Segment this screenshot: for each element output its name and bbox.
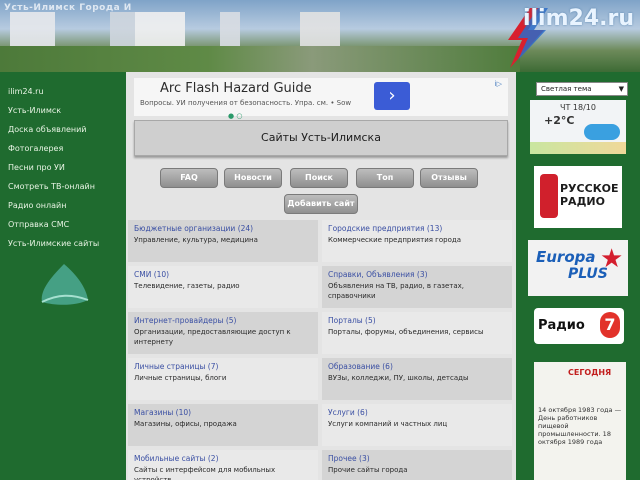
category-title[interactable]: Магазины (10) xyxy=(134,408,312,417)
radio3-label: Радио xyxy=(538,318,585,333)
header-ground xyxy=(0,46,520,72)
page-title: Сайты Усть-Илимска xyxy=(261,131,381,144)
right-sidebar: Светлая тема ▼ ЧТ 18/10 +2°C РУССКОЕ РАД… xyxy=(516,72,640,480)
category-desc: Прочие сайты города xyxy=(328,466,408,474)
category-desc: Управление, культура, медицина xyxy=(134,236,258,244)
theme-select[interactable]: Светлая тема ▼ xyxy=(536,82,628,96)
radio1-label: РУССКОЕ РАДИО xyxy=(560,182,619,208)
category-cell[interactable]: Образование (6) ВУЗы, колледжи, ПУ, школ… xyxy=(322,358,512,400)
weather-footer xyxy=(530,142,626,154)
sidebar-item-songs[interactable]: Песни про УИ xyxy=(0,158,126,177)
category-title[interactable]: Личные страницы (7) xyxy=(134,362,312,371)
radio7-banner[interactable]: Радио 7 xyxy=(534,308,624,344)
category-title[interactable]: Справки, Объявления (3) xyxy=(328,270,506,279)
calendar-text: 14 октября 1983 года — День работников п… xyxy=(538,406,622,446)
theme-select-value: Светлая тема xyxy=(541,85,592,93)
radio3-number: 7 xyxy=(600,312,620,338)
top-button[interactable]: Топ xyxy=(356,168,414,188)
ad-pager-dots[interactable]: ● ○ xyxy=(228,112,242,120)
site-header: Усть-Илимск Города И ilim24.ru xyxy=(0,0,640,72)
category-cell[interactable]: Прочее (3) Прочие сайты города xyxy=(322,450,512,480)
header-title: Усть-Илимск Города И xyxy=(4,3,132,13)
site-logo[interactable]: ilim24.ru xyxy=(523,6,634,31)
category-title[interactable]: Городские предприятия (13) xyxy=(328,224,506,233)
reviews-button[interactable]: Отзывы xyxy=(420,168,478,188)
category-cell[interactable]: Магазины (10) Магазины, офисы, продажа xyxy=(128,404,318,446)
search-button[interactable]: Поиск xyxy=(290,168,348,188)
category-desc: Порталы, форумы, объединения, сервисы xyxy=(328,328,484,336)
ad-next-button[interactable]: › xyxy=(374,82,410,110)
russkoe-radio-banner[interactable]: РУССКОЕ РАДИО xyxy=(534,166,622,228)
category-title[interactable]: Порталы (5) xyxy=(328,316,506,325)
main-content: Arc Flash Hazard Guide Вопросы. УИ получ… xyxy=(126,72,516,480)
category-cell[interactable]: СМИ (10) Телевидение, газеты, радио xyxy=(128,266,318,308)
category-cell[interactable]: Справки, Объявления (3) Объявления на ТВ… xyxy=(322,266,512,308)
weather-date: ЧТ 18/10 xyxy=(560,103,596,112)
add-site-button[interactable]: Добавить сайт xyxy=(284,194,358,214)
cloud-icon xyxy=(584,124,620,140)
category-cell[interactable]: Мобильные сайты (2) Сайты с интерфейсом … xyxy=(128,450,318,480)
sidebar-item-gallery[interactable]: Фотогалерея xyxy=(0,139,126,158)
category-cell[interactable]: Порталы (5) Порталы, форумы, объединения… xyxy=(322,312,512,354)
ad-info-icon[interactable]: i▷ xyxy=(495,80,502,88)
sidebar-item-radio[interactable]: Радио онлайн xyxy=(0,196,126,215)
category-title[interactable]: Мобильные сайты (2) xyxy=(134,454,312,463)
category-title[interactable]: Интернет-провайдеры (5) xyxy=(134,316,312,325)
sidebar-item-sites[interactable]: Усть-Илимские сайты xyxy=(0,234,126,253)
category-desc: Телевидение, газеты, радио xyxy=(134,282,240,290)
category-desc: Коммерческие предприятия города xyxy=(328,236,461,244)
category-cell[interactable]: Интернет-провайдеры (5) Организации, пре… xyxy=(128,312,318,354)
faq-button[interactable]: FAQ xyxy=(160,168,218,188)
category-desc: Личные страницы, блоги xyxy=(134,374,227,382)
page-title-banner: Сайты Усть-Илимска xyxy=(134,120,508,156)
radio2-label-a: Europa xyxy=(536,248,596,266)
category-title[interactable]: Услуги (6) xyxy=(328,408,506,417)
ad-subtitle: Вопросы. УИ получения от безопасность. У… xyxy=(140,99,352,107)
category-title[interactable]: Бюджетные организации (24) xyxy=(134,224,312,233)
category-desc: Магазины, офисы, продажа xyxy=(134,420,237,428)
sidebar-item-home[interactable]: ilim24.ru xyxy=(0,82,126,101)
category-desc: Объявления на ТВ, радио, в газетах, спра… xyxy=(328,282,465,300)
calendar-widget[interactable]: СЕГОДНЯ 14 октября 1983 года — День рабо… xyxy=(534,362,626,480)
leaf-logo-icon xyxy=(41,264,89,305)
category-desc: Организации, предоставляющие доступ к ин… xyxy=(134,328,291,346)
sidebar-item-sms[interactable]: Отправка СМС xyxy=(0,215,126,234)
weather-widget[interactable]: ЧТ 18/10 +2°C xyxy=(530,100,626,154)
ad-title[interactable]: Arc Flash Hazard Guide xyxy=(160,81,312,96)
category-title[interactable]: Образование (6) xyxy=(328,362,506,371)
nav-buttons: FAQ Новости Поиск Топ Отзывы xyxy=(160,168,480,188)
category-cell[interactable]: Бюджетные организации (24) Управление, к… xyxy=(128,220,318,262)
sidebar-item-board[interactable]: Доска объявлений xyxy=(0,120,126,139)
category-desc: Услуги компаний и частных лиц xyxy=(328,420,448,428)
category-desc: ВУЗы, колледжи, ПУ, школы, детсады xyxy=(328,374,469,382)
category-title[interactable]: Прочее (3) xyxy=(328,454,506,463)
news-button[interactable]: Новости xyxy=(224,168,282,188)
ad-block[interactable]: Arc Flash Hazard Guide Вопросы. УИ получ… xyxy=(134,78,508,120)
sidebar-menu: ilim24.ru Усть-Илимск Доска объявлений Ф… xyxy=(0,72,126,253)
sidebar-item-city[interactable]: Усть-Илимск xyxy=(0,101,126,120)
radio-logo-icon xyxy=(540,174,558,218)
calendar-title: СЕГОДНЯ xyxy=(568,368,612,377)
category-cell[interactable]: Личные страницы (7) Личные страницы, бло… xyxy=(128,358,318,400)
category-cell[interactable]: Услуги (6) Услуги компаний и частных лиц xyxy=(322,404,512,446)
sidebar-item-tv[interactable]: Смотреть ТВ-онлайн xyxy=(0,177,126,196)
weather-temp: +2°C xyxy=(544,114,575,127)
category-title[interactable]: СМИ (10) xyxy=(134,270,312,279)
chevron-down-icon: ▼ xyxy=(618,85,624,93)
europa-plus-banner[interactable]: Europa PLUS ★ xyxy=(528,240,628,296)
category-desc: Сайты с интерфейсом для мобильных устрой… xyxy=(134,466,276,480)
star-icon: ★ xyxy=(600,244,624,274)
left-sidebar: ilim24.ru Усть-Илимск Доска объявлений Ф… xyxy=(0,72,126,480)
category-cell[interactable]: Городские предприятия (13) Коммерческие … xyxy=(322,220,512,262)
